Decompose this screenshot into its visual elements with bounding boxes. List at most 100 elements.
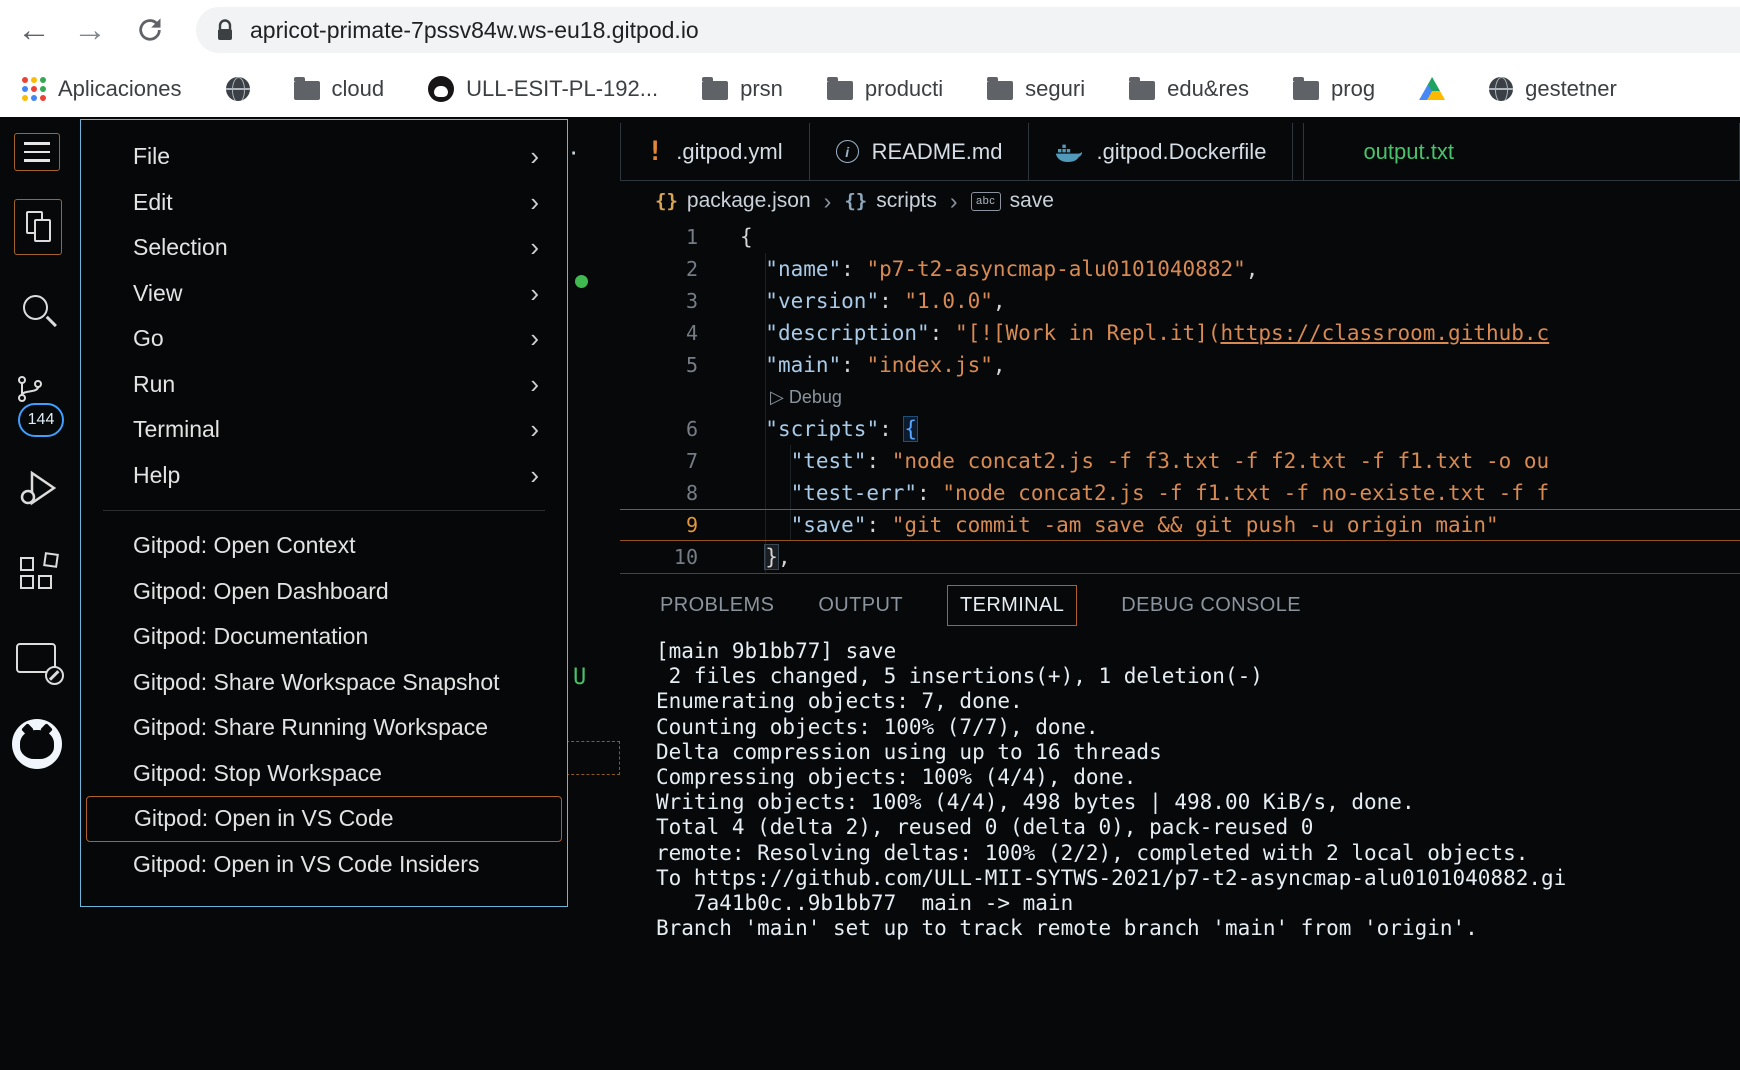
panel-divider[interactable]	[620, 573, 1740, 574]
panel-tab-problems[interactable]: PROBLEMS	[660, 594, 774, 617]
menu-item-label: Gitpod: Open Dashboard	[133, 578, 389, 605]
bookmark-cloud[interactable]: cloud	[294, 76, 385, 102]
activity-remote-button[interactable]	[16, 639, 64, 685]
reload-icon	[136, 16, 164, 44]
panel-tabs: PROBLEMS OUTPUT TERMINAL DEBUG CONSOLE	[620, 579, 1740, 631]
menu-item-selection[interactable]: Selection›	[81, 225, 567, 271]
editor-tab-gitpod-dockerfile[interactable]: .gitpod.Dockerfile	[1029, 123, 1293, 180]
code-text: "save": "git commit -am save && git push…	[698, 513, 1499, 537]
code-line[interactable]: 6 "scripts": {	[620, 413, 1740, 445]
menu-item-label: Selection	[133, 234, 228, 261]
folder-icon	[827, 81, 853, 100]
bookmark-label: Aplicaciones	[58, 76, 182, 102]
bookmark-label: ULL-ESIT-PL-192...	[466, 76, 658, 102]
menu-item-gitpod-share-running-workspace[interactable]: Gitpod: Share Running Workspace	[81, 705, 567, 751]
editor-tab-gitpod-yml[interactable]: !.gitpod.yml	[621, 123, 810, 180]
code-line[interactable]: 2 "name": "p7-t2-asyncmap-alu0101040882"…	[620, 253, 1740, 285]
browser-chrome: ← → apricot-primate-7pssv84w.ws-eu18.git…	[0, 0, 1740, 60]
activity-github-button[interactable]	[12, 719, 62, 769]
menu-item-label: Gitpod: Stop Workspace	[133, 760, 382, 787]
menu-item-gitpod-open-dashboard[interactable]: Gitpod: Open Dashboard	[81, 569, 567, 615]
terminal-output[interactable]: [main 9b1bb77] save 2 files changed, 5 i…	[656, 639, 1740, 1070]
address-bar[interactable]: apricot-primate-7pssv84w.ws-eu18.gitpod.…	[196, 7, 1740, 53]
forward-arrow-icon: →	[73, 11, 107, 50]
panel-tab-output[interactable]: OUTPUT	[818, 594, 903, 617]
bookmark-gestetner[interactable]: gestetner	[1489, 76, 1617, 102]
breadcrumb-item-save[interactable]: abcsave	[971, 189, 1054, 213]
bookmark-aplicaciones[interactable]: Aplicaciones	[22, 76, 182, 102]
menu-item-edit[interactable]: Edit›	[81, 180, 567, 226]
code-line[interactable]: 9 "save": "git commit -am save && git pu…	[620, 509, 1740, 541]
menu-item-gitpod-open-in-vs-code[interactable]: Gitpod: Open in VS Code	[86, 796, 562, 842]
menu-item-help[interactable]: Help›	[81, 453, 567, 499]
submenu-chevron-icon: ›	[530, 369, 539, 400]
breadcrumb-separator-icon: ›	[950, 188, 958, 215]
breadcrumb-label: package.json	[687, 189, 811, 213]
panel-tab-terminal[interactable]: TERMINAL	[947, 585, 1077, 626]
command-menu: File›Edit›Selection›View›Go›Run›Terminal…	[80, 119, 568, 907]
menu-item-go[interactable]: Go›	[81, 316, 567, 362]
menu-item-gitpod-share-workspace-snapshot[interactable]: Gitpod: Share Workspace Snapshot	[81, 660, 567, 706]
submenu-chevron-icon: ›	[530, 278, 539, 309]
menu-separator	[103, 510, 545, 511]
menu-item-run[interactable]: Run ›	[81, 362, 567, 408]
terminal-line: Counting objects: 100% (7/7), done.	[656, 715, 1740, 740]
code-line[interactable]: 1{	[620, 221, 1740, 253]
menu-item-gitpod-open-in-vs-code-insiders[interactable]: Gitpod: Open in VS Code Insiders	[81, 842, 567, 888]
bookmark-seguri[interactable]: seguri	[987, 76, 1085, 102]
bookmark-globe[interactable]	[226, 77, 250, 101]
terminal-line: Delta compression using up to 16 threads	[656, 740, 1740, 765]
code-text: {	[698, 225, 753, 249]
code-line[interactable]: 10 },	[620, 541, 1740, 573]
activity-run-debug-button[interactable]	[18, 467, 62, 511]
forward-button[interactable]: →	[66, 0, 114, 60]
submenu-chevron-icon: ›	[530, 141, 539, 172]
terminal-line: 7a41b0c..9b1bb77 main -> main	[656, 891, 1740, 916]
bookmark-edu-res[interactable]: edu&res	[1129, 76, 1249, 102]
bookmark-prog[interactable]: prog	[1293, 76, 1375, 102]
menu-item-gitpod-open-context[interactable]: Gitpod: Open Context	[81, 523, 567, 569]
activity-source-control-button[interactable]: 144	[16, 375, 66, 441]
url-text: apricot-primate-7pssv84w.ws-eu18.gitpod.…	[250, 17, 699, 44]
line-number: 2	[620, 257, 698, 281]
menu-item-terminal[interactable]: Terminal›	[81, 407, 567, 453]
menu-item-view[interactable]: View›	[81, 271, 567, 317]
bookmark-label: gestetner	[1525, 76, 1617, 102]
code-line[interactable]: 8 "test-err": "node concat2.js -f f1.txt…	[620, 477, 1740, 509]
editor-tab-readme-md[interactable]: iREADME.md	[810, 123, 1030, 180]
workspace: 144 File›Edit›Selection›View	[0, 117, 1740, 1070]
bookmark-producti[interactable]: producti	[827, 76, 943, 102]
codelens-debug[interactable]: ▷ Debug	[620, 381, 1740, 413]
breadcrumb: {}package.json›{}scripts›abcsave	[620, 181, 1740, 221]
line-number: 5	[620, 353, 698, 377]
bookmark-ull-esit-pl-192[interactable]: ULL-ESIT-PL-192...	[428, 76, 658, 102]
breadcrumb-item-scripts[interactable]: {}scripts	[844, 189, 937, 213]
bookmark-drive[interactable]	[1419, 77, 1445, 100]
code-line[interactable]: 5 "main": "index.js",	[620, 349, 1740, 381]
activity-search-button[interactable]	[20, 293, 60, 333]
bookmark-prsn[interactable]: prsn	[702, 76, 783, 102]
line-number: 8	[620, 481, 698, 505]
menu-item-label: Gitpod: Open Context	[133, 532, 355, 559]
code-text: "test": "node concat2.js -f f3.txt -f f2…	[698, 449, 1549, 473]
code-line[interactable]: 7 "test": "node concat2.js -f f3.txt -f …	[620, 445, 1740, 477]
scm-badge: 144	[18, 403, 64, 437]
git-branch-icon	[16, 375, 44, 403]
code-area[interactable]: 1{2 "name": "p7-t2-asyncmap-alu010104088…	[620, 221, 1740, 573]
menu-item-label: Run	[133, 371, 175, 398]
menu-item-gitpod-stop-workspace[interactable]: Gitpod: Stop Workspace	[81, 751, 567, 797]
bookmark-label: producti	[865, 76, 943, 102]
reload-button[interactable]	[126, 0, 174, 60]
breadcrumb-item-package-json[interactable]: {}package.json	[655, 189, 811, 213]
editor-tab-output-txt[interactable]: output.txt	[1303, 123, 1740, 180]
panel-tab-debug-console[interactable]: DEBUG CONSOLE	[1121, 594, 1301, 617]
back-button[interactable]: ←	[10, 0, 58, 60]
code-line[interactable]: 3 "version": "1.0.0",	[620, 285, 1740, 317]
bookmark-label: prsn	[740, 76, 783, 102]
menu-item-gitpod-documentation[interactable]: Gitpod: Documentation	[81, 614, 567, 660]
code-line[interactable]: 4 "description": "[![Work in Repl.it](ht…	[620, 317, 1740, 349]
activity-extensions-button[interactable]	[18, 555, 64, 599]
menu-hamburger-button[interactable]	[14, 133, 60, 171]
menu-item-file[interactable]: File›	[81, 134, 567, 180]
activity-explorer-button[interactable]	[14, 199, 62, 255]
